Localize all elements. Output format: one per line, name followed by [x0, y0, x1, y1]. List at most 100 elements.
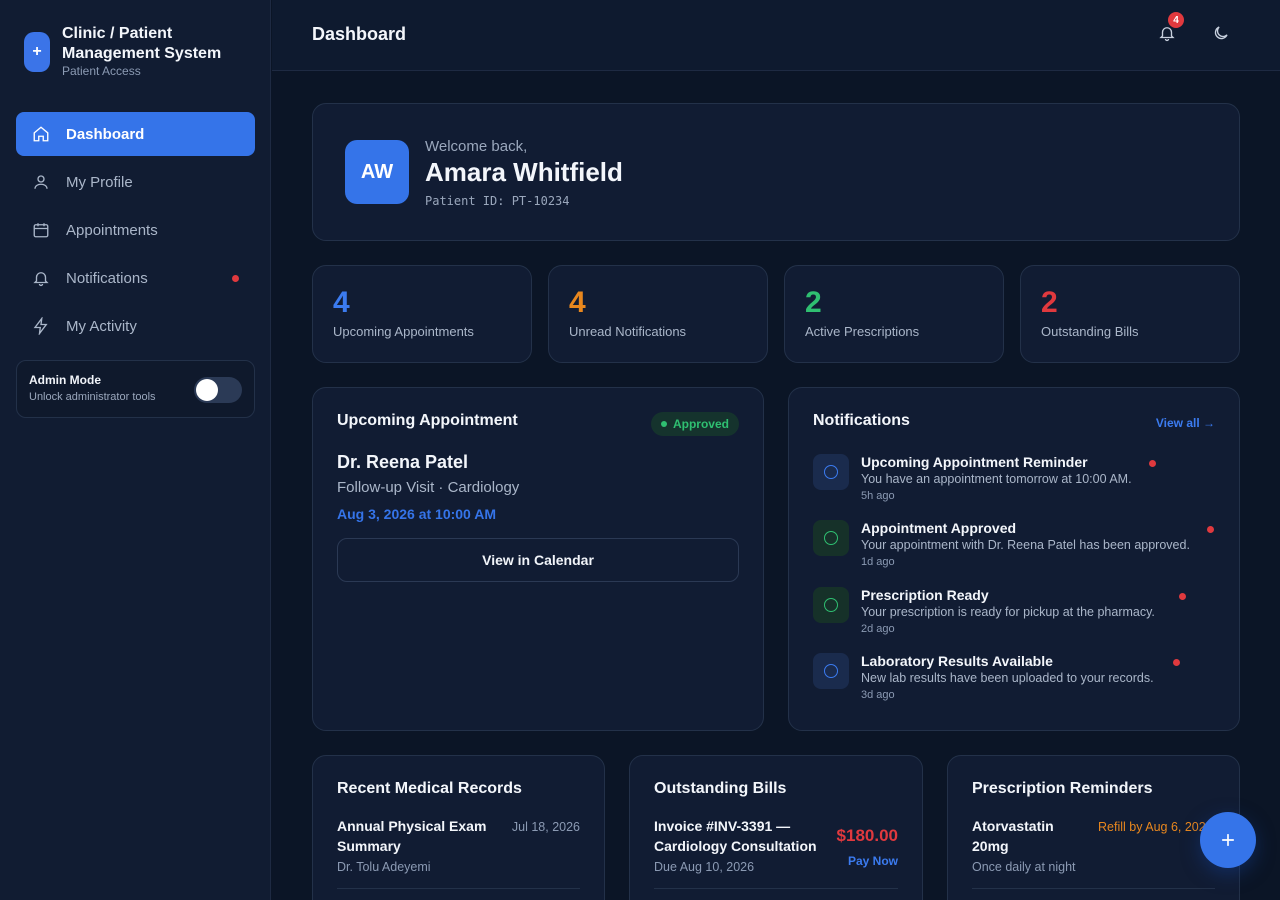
sidebar-nav: Dashboard My Profile Appointments Notifi… — [16, 112, 255, 352]
sidebar-item-label: Notifications — [66, 269, 148, 287]
theme-toggle-button[interactable] — [1212, 24, 1234, 46]
sidebar-item-label: My Activity — [66, 317, 137, 335]
notification-body: Your prescription is ready for pickup at… — [861, 605, 1155, 619]
card-title: Prescription Reminders — [972, 780, 1153, 797]
notification-item[interactable]: Laboratory Results Available New lab res… — [813, 653, 1217, 713]
card-title: Outstanding Bills — [654, 780, 787, 797]
record-item[interactable]: Annual Physical Exam Summary Dr. Tolu Ad… — [337, 816, 497, 874]
bolt-icon — [33, 317, 48, 335]
notifications-button[interactable]: 4 — [1158, 12, 1184, 46]
upcoming-appointment-card: Upcoming Appointment Approved Dr. Reena … — [312, 387, 764, 731]
app-title: Clinic / Patient Management System — [62, 25, 222, 62]
admin-mode-toggle[interactable] — [194, 377, 242, 403]
visit-type: Follow-up Visit · Cardiology — [337, 479, 520, 496]
notification-item[interactable]: Upcoming Appointment Reminder You have a… — [813, 454, 1217, 514]
sidebar-item-label: My Profile — [66, 173, 133, 191]
notification-time: 3d ago — [861, 689, 895, 701]
stat-value: 2 — [1041, 286, 1058, 319]
stat-label: Unread Notifications — [569, 324, 687, 339]
appointment-date: Aug 3, 2026 at 10:00 AM — [337, 506, 496, 522]
check-circle-icon — [813, 520, 849, 556]
refill-date: Refill by Aug 6, 2026 — [1098, 820, 1213, 834]
add-floating-button[interactable] — [1200, 812, 1256, 868]
stat-card-unread-notifications[interactable]: 4 Unread Notifications — [548, 265, 768, 363]
brand[interactable]: + Clinic / Patient Management System Pat… — [24, 24, 242, 78]
notification-title: Prescription Ready — [861, 587, 989, 603]
divider — [972, 888, 1215, 889]
recent-medical-records-card: Recent Medical Records Annual Physical E… — [312, 755, 605, 900]
sidebar-item-dashboard[interactable]: Dashboard — [16, 112, 255, 156]
plus-icon — [1222, 834, 1234, 846]
patient-name: Amara Whitfield — [425, 157, 623, 187]
logo-plus-icon: + — [24, 32, 50, 72]
outstanding-bills-card: Outstanding Bills Invoice #INV-3391 — Ca… — [629, 755, 923, 900]
toggle-knob — [196, 379, 218, 401]
notification-time: 1d ago — [861, 556, 895, 568]
unread-dot — [1173, 659, 1180, 666]
unread-dot — [1207, 526, 1214, 533]
notification-body: Your appointment with Dr. Reena Patel ha… — [861, 538, 1190, 552]
view-all-link[interactable]: View all → — [1156, 416, 1215, 430]
sidebar-item-my-profile[interactable]: My Profile — [16, 160, 255, 204]
notification-time: 5h ago — [861, 490, 895, 502]
divider — [654, 888, 898, 889]
prescription-reminders-card: Prescription Reminders Atorvastatin 20mg… — [947, 755, 1240, 900]
stat-label: Outstanding Bills — [1041, 324, 1139, 339]
calendar-icon — [33, 223, 49, 238]
welcome-card: AW Welcome back, Amara Whitfield Patient… — [312, 103, 1240, 241]
admin-mode-card: Admin Mode Unlock administrator tools — [16, 360, 255, 418]
divider — [337, 888, 580, 889]
avatar: AW — [345, 140, 409, 204]
notifications-card: Notifications View all → Upcoming Appoin… — [788, 387, 1240, 731]
stat-value: 2 — [805, 286, 822, 319]
welcome-greeting: Welcome back, — [425, 138, 528, 155]
sidebar-item-notifications[interactable]: Notifications — [16, 256, 255, 300]
notification-title: Upcoming Appointment Reminder — [861, 454, 1088, 470]
stat-label: Upcoming Appointments — [333, 324, 474, 339]
bell-icon — [33, 272, 49, 287]
prescription-name: Atorvastatin 20mg — [972, 818, 1054, 854]
doctor-name: Dr. Reena Patel — [337, 452, 469, 472]
notification-item[interactable]: Appointment Approved Your appointment wi… — [813, 520, 1217, 580]
stat-card-active-prescriptions[interactable]: 2 Active Prescriptions — [784, 265, 1004, 363]
bill-due-date: Due Aug 10, 2026 — [654, 860, 755, 874]
sidebar-item-appointments[interactable]: Appointments — [16, 208, 255, 252]
info-circle-icon — [813, 653, 849, 689]
notification-count-badge: 4 — [1168, 12, 1184, 28]
record-date: Jul 18, 2026 — [511, 820, 580, 834]
stat-card-upcoming-appointments[interactable]: 4 Upcoming Appointments — [312, 265, 532, 363]
app-subtitle: Patient Access — [62, 64, 141, 78]
sidebar-item-my-activity[interactable]: My Activity — [16, 304, 255, 348]
patient-id: Patient ID: PT-10234 — [425, 194, 570, 208]
notification-time: 2d ago — [861, 623, 895, 635]
moon-icon — [1214, 26, 1228, 40]
stat-value: 4 — [569, 286, 586, 319]
pay-now-link[interactable]: Pay Now — [837, 854, 898, 868]
notification-item[interactable]: Prescription Ready Your prescription is … — [813, 587, 1217, 647]
page-title: Dashboard — [312, 24, 407, 44]
prescription-item[interactable]: Atorvastatin 20mg Once daily at night — [972, 816, 1082, 874]
record-doctor: Dr. Tolu Adeyemi — [337, 860, 431, 874]
unread-dot — [232, 275, 239, 282]
bill-item[interactable]: Invoice #INV-3391 — Cardiology Consultat… — [654, 816, 826, 874]
card-title: Notifications — [813, 412, 910, 429]
bill-title: Invoice #INV-3391 — Cardiology Consultat… — [654, 818, 817, 854]
record-title: Annual Physical Exam Summary — [337, 818, 487, 854]
view-in-calendar-button[interactable]: View in Calendar — [337, 538, 739, 582]
home-icon — [33, 126, 49, 142]
info-circle-icon — [813, 454, 849, 490]
bill-amount: $180.00 — [836, 826, 898, 845]
top-bar: Dashboard 4 — [272, 0, 1280, 71]
notification-body: You have an appointment tomorrow at 10:0… — [861, 472, 1132, 486]
prescription-schedule: Once daily at night — [972, 860, 1076, 874]
stat-value: 4 — [333, 286, 350, 319]
check-circle-icon — [813, 587, 849, 623]
sidebar-item-label: Dashboard — [66, 125, 145, 143]
notification-body: New lab results have been uploaded to yo… — [861, 671, 1154, 685]
unread-dot — [1179, 593, 1186, 600]
sidebar: + Clinic / Patient Management System Pat… — [0, 0, 271, 900]
status-badge: Approved — [650, 412, 739, 436]
notification-title: Appointment Approved — [861, 520, 1017, 536]
card-title: Recent Medical Records — [337, 780, 522, 797]
stat-card-outstanding-bills[interactable]: 2 Outstanding Bills — [1020, 265, 1240, 363]
